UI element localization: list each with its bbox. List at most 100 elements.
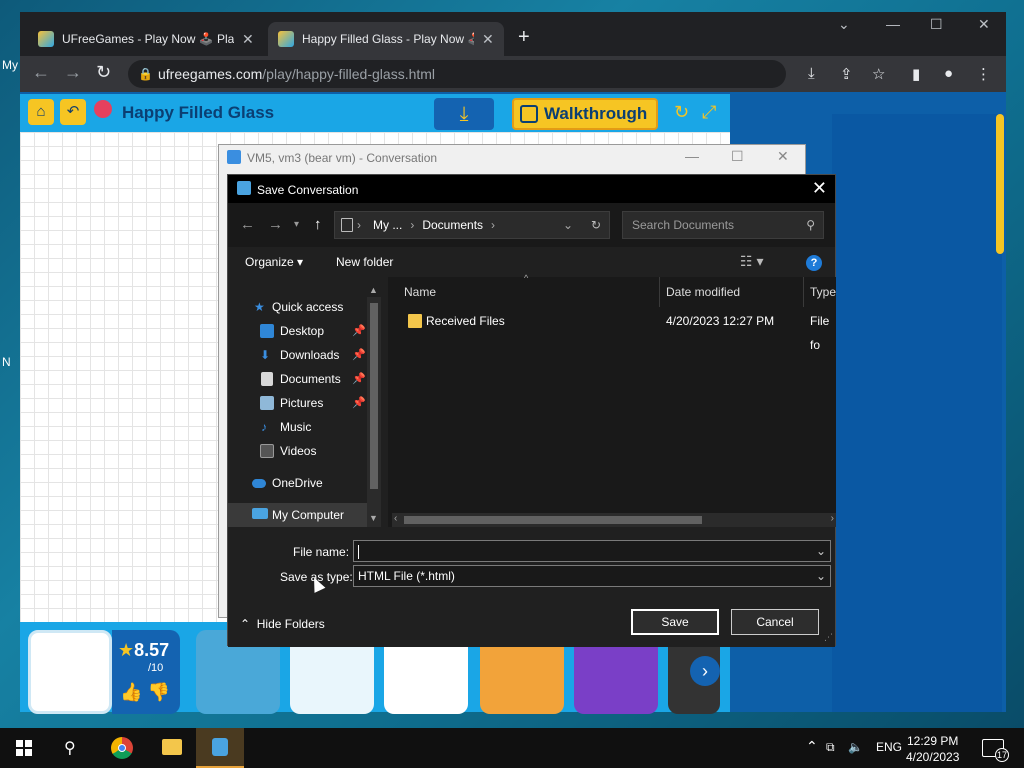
nav-videos[interactable]: Videos xyxy=(228,439,368,463)
file-name-input[interactable]: ⌄ xyxy=(353,540,831,562)
fullscreen-icon[interactable]: ⤢ xyxy=(702,102,716,123)
nav-label: Desktop xyxy=(280,324,325,338)
start-button[interactable] xyxy=(0,728,48,768)
tab-ufreegames[interactable]: UFreeGames - Play Now 🕹️ Play ✕ xyxy=(28,22,264,56)
search-input[interactable]: Search Documents ⚲ xyxy=(622,211,824,239)
save-button[interactable]: Save xyxy=(631,609,719,635)
nav-desktop[interactable]: Desktop 📌 xyxy=(228,319,368,343)
scroll-down-icon[interactable]: ▼ xyxy=(369,513,378,523)
side-panel-icon[interactable]: ▮ xyxy=(912,65,920,83)
address-breadcrumb[interactable]: › My ... › Documents › ⌄ ↻ xyxy=(334,211,610,239)
column-date-modified[interactable]: Date modified xyxy=(660,277,804,307)
chevron-down-icon[interactable]: ⌄ xyxy=(563,212,573,238)
tab-happy-filled-glass[interactable]: Happy Filled Glass - Play Now 🕹️ ✕ xyxy=(268,22,504,56)
close-icon[interactable]: ✕ xyxy=(777,148,789,165)
search-button[interactable]: ⚲ xyxy=(48,728,96,768)
refresh-icon[interactable]: ↻ xyxy=(591,212,601,238)
desktop-label: My xyxy=(2,58,18,72)
nav-label: My Computer xyxy=(272,508,345,522)
close-tab-icon[interactable]: ✕ xyxy=(482,31,494,48)
side-ad-panel xyxy=(832,114,1002,712)
nav-quick-access[interactable]: ★ Quick access xyxy=(228,295,368,319)
happy-glass-thumbnail[interactable] xyxy=(28,630,112,714)
forward-icon[interactable]: → xyxy=(268,216,283,233)
nav-label: Pictures xyxy=(280,396,324,410)
desktop-label: N xyxy=(2,355,11,369)
download-button[interactable]: ⤓ xyxy=(434,98,494,130)
minimize-icon[interactable]: — xyxy=(685,148,699,164)
chrome-taskbar-button[interactable] xyxy=(98,728,146,768)
menu-kebab-icon[interactable]: ⋮ xyxy=(976,65,991,83)
thumbs-up-icon[interactable]: 👍 xyxy=(120,682,142,702)
resize-grip-icon[interactable]: ⋰ xyxy=(824,632,833,643)
address-bar[interactable]: 🔒 ufreegames.com/play/happy-filled-glass… xyxy=(128,60,786,88)
page-scrollbar[interactable] xyxy=(996,114,1004,254)
taskbar: ⚲ ⌃ ⧉ 🔈 ENG 12:29 PM 4/20/2023 17 xyxy=(0,728,1024,768)
scroll-left-icon[interactable]: ‹ xyxy=(394,513,397,524)
nav-music[interactable]: ♪ Music xyxy=(228,415,368,439)
minimize-icon[interactable]: — xyxy=(886,16,900,32)
back-arrow-icon[interactable]: ↶ xyxy=(60,99,86,125)
scroll-thumb[interactable] xyxy=(370,303,378,489)
nav-documents[interactable]: Documents 📌 xyxy=(228,367,368,391)
network-icon[interactable]: ⧉ xyxy=(826,740,835,755)
organize-button[interactable]: Organize ▾ xyxy=(245,255,303,269)
restart-icon[interactable]: ↻ xyxy=(674,102,689,123)
close-window-icon[interactable]: ✕ xyxy=(978,16,990,33)
forward-icon[interactable]: → xyxy=(64,62,82,83)
nav-scrollbar[interactable]: ▲ ▼ xyxy=(367,285,381,527)
file-explorer-taskbar-button[interactable] xyxy=(148,728,196,768)
new-folder-button[interactable]: New folder xyxy=(336,255,393,269)
tab-search-icon[interactable]: ⌄ xyxy=(838,16,850,33)
breadcrumb-item[interactable]: Documents xyxy=(422,218,483,232)
close-tab-icon[interactable]: ✕ xyxy=(242,31,254,48)
nav-my-computer[interactable]: My Computer xyxy=(228,503,368,527)
up-folder-icon[interactable]: ↑ xyxy=(314,216,322,233)
back-icon[interactable]: ← xyxy=(240,216,255,233)
home-icon[interactable]: ⌂ xyxy=(28,99,54,125)
nav-onedrive[interactable]: OneDrive xyxy=(228,471,368,495)
game-header: ⌂ ↶ Happy Filled Glass ⤓ Walkthrough ↻ ⤢ xyxy=(20,94,730,132)
help-icon[interactable]: ? xyxy=(806,255,822,271)
clock[interactable]: 12:29 PM 4/20/2023 xyxy=(906,733,959,765)
speaker-icon[interactable]: 🔈 xyxy=(848,740,863,754)
scroll-up-icon[interactable]: ▲ xyxy=(369,285,378,295)
hide-folders-toggle[interactable]: ⌃ Hide Folders xyxy=(240,617,325,631)
back-icon[interactable]: ← xyxy=(32,62,50,83)
text-caret xyxy=(358,544,359,559)
column-type[interactable]: Type xyxy=(804,277,836,307)
scroll-thumb[interactable] xyxy=(404,516,702,524)
recent-locations-icon[interactable]: ▾ xyxy=(294,219,299,230)
scroll-right-icon[interactable]: › xyxy=(831,513,834,524)
next-arrow-icon[interactable]: › xyxy=(690,656,720,686)
chevron-down-icon[interactable]: ⌄ xyxy=(816,541,826,561)
document-icon xyxy=(261,372,273,386)
chevron-up-icon[interactable]: ⌃ xyxy=(806,738,818,755)
language-indicator[interactable]: ENG xyxy=(876,740,902,754)
vm-app-taskbar-button[interactable] xyxy=(196,728,244,768)
save-type-select[interactable]: HTML File (*.html) ⌄ xyxy=(353,565,831,587)
maximize-icon[interactable]: ☐ xyxy=(731,148,744,165)
close-icon[interactable]: ✕ xyxy=(812,178,827,199)
search-icon: ⚲ xyxy=(806,218,815,232)
install-app-icon[interactable]: ⤓ xyxy=(808,65,815,82)
profile-icon[interactable]: ● xyxy=(944,65,953,82)
breadcrumb-item[interactable]: My ... xyxy=(373,218,402,232)
cancel-button[interactable]: Cancel xyxy=(731,609,819,635)
reload-icon[interactable]: ↻ xyxy=(96,62,111,83)
view-options-icon[interactable]: ☷ ▾ xyxy=(740,253,763,270)
walkthrough-button[interactable]: Walkthrough xyxy=(512,98,658,130)
save-type-value: HTML File (*.html) xyxy=(358,569,455,583)
thumbs-down-icon[interactable]: 👎 xyxy=(147,682,169,702)
app-icon xyxy=(227,150,241,164)
nav-pictures[interactable]: Pictures 📌 xyxy=(228,391,368,415)
bookmark-star-icon[interactable]: ☆ xyxy=(872,65,885,83)
share-icon[interactable]: ⇪ xyxy=(840,65,853,83)
notifications-icon[interactable]: 17 xyxy=(982,739,1009,762)
file-hscrollbar[interactable]: ‹ › xyxy=(392,513,836,527)
file-row[interactable]: Received Files 4/20/2023 12:27 PM File f… xyxy=(396,309,836,352)
maximize-icon[interactable]: ☐ xyxy=(930,16,943,33)
chevron-down-icon[interactable]: ⌄ xyxy=(816,566,826,586)
nav-downloads[interactable]: ⬇ Downloads 📌 xyxy=(228,343,368,367)
new-tab-icon[interactable]: + xyxy=(518,26,530,49)
